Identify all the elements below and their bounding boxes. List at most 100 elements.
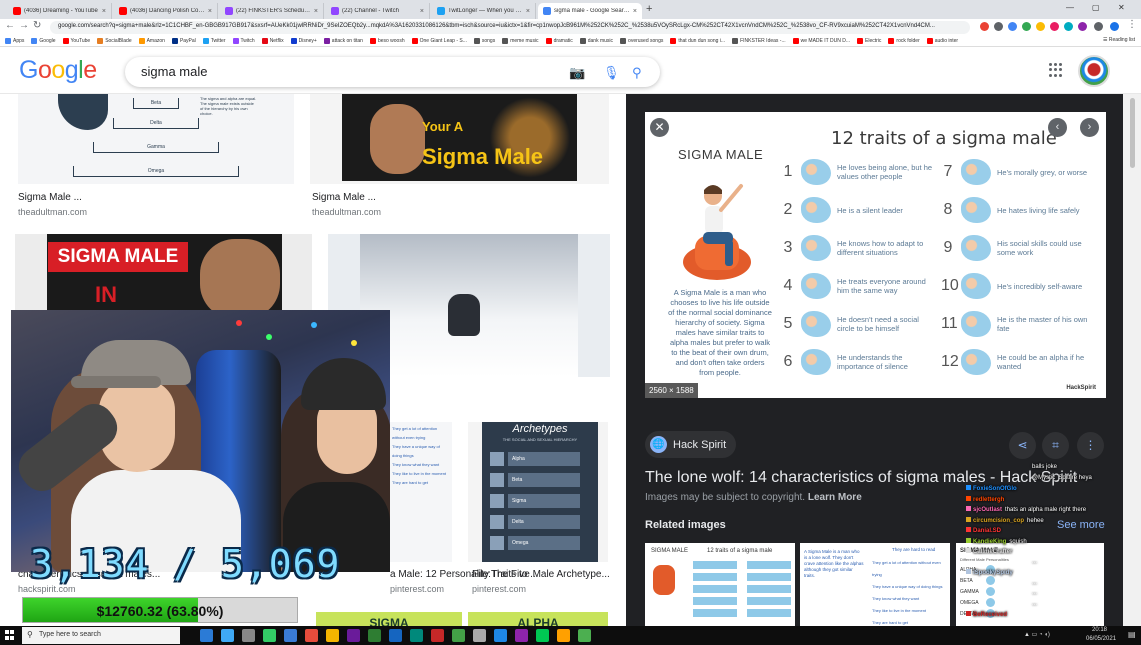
bookmark-item[interactable]: audio inter [926, 38, 958, 44]
bookmark-item[interactable]: Google [31, 38, 56, 44]
share-icon[interactable]: ⋖ [1009, 432, 1036, 459]
chat-username[interactable]: redlettergh [973, 497, 1004, 503]
forward-icon[interactable]: → [19, 20, 29, 31]
tab-close-icon[interactable]: × [314, 8, 318, 15]
browser-tab[interactable]: sigma male - Google Search × [538, 3, 642, 19]
bookmark-item[interactable]: rock folder [888, 38, 920, 44]
taskbar-app-icon[interactable] [389, 629, 402, 642]
chat-username[interactable]: BeReceived [973, 612, 1007, 618]
account-avatar[interactable] [1078, 55, 1110, 87]
taskbar-app-icon[interactable] [305, 629, 318, 642]
puzzle-icon[interactable] [1094, 22, 1103, 31]
browser-tab[interactable]: TwitLonger — When you talk to× [432, 3, 536, 19]
extension-icon[interactable] [1022, 22, 1031, 31]
minimize-icon[interactable]: — [1066, 3, 1074, 12]
taskbar-app-icon[interactable] [536, 629, 549, 642]
menu-dots-icon[interactable]: ⋮ [1127, 19, 1137, 30]
taskbar-search-box[interactable]: ⚲ Type here to search [22, 627, 180, 644]
extension-icon[interactable] [1036, 22, 1045, 31]
close-preview-icon[interactable]: ✕ [650, 118, 669, 137]
browser-tab[interactable]: (4036) Dreaming - YouTube × [8, 3, 112, 19]
taskbar-app-icon[interactable] [263, 629, 276, 642]
windows-start-icon[interactable] [5, 630, 15, 640]
tab-close-icon[interactable]: × [420, 8, 424, 15]
browser-tab[interactable]: (22) Channel - Twitch × [326, 3, 430, 19]
taskbar-app-icon[interactable] [200, 629, 213, 642]
clock-date[interactable]: 06/05/2021 [1086, 636, 1116, 642]
extension-icon[interactable] [1064, 22, 1073, 31]
browser-tab[interactable]: (22) FINKSTER's Schedule - Twi× [220, 3, 324, 19]
taskbar-app-icon[interactable] [368, 629, 381, 642]
bookmark-item[interactable]: PayPal [171, 38, 196, 44]
chat-username[interactable]: circumcision_cop [973, 518, 1024, 524]
taskbar-app-icon[interactable] [284, 629, 297, 642]
bookmark-item[interactable]: FINKSTER Ideas -... [732, 38, 786, 44]
tab-close-icon[interactable]: × [526, 8, 530, 15]
taskbar-app-icon[interactable] [221, 629, 234, 642]
taskbar-app-icon[interactable] [326, 629, 339, 642]
reading-list[interactable]: ☰ Reading list [1098, 37, 1135, 43]
chat-username[interactable]: FoxieSonOfGlo [973, 486, 1017, 492]
bookmark-item[interactable]: meme music [502, 38, 539, 44]
tab-close-icon[interactable]: × [208, 8, 212, 15]
taskbar-app-icon[interactable] [515, 629, 528, 642]
chat-username[interactable]: KandieKing [973, 539, 1006, 545]
search-icon[interactable]: ⚲ [632, 65, 642, 81]
result-thumbnail[interactable]: ALPHA [468, 612, 608, 626]
preview-image[interactable]: 12 traits of a sigma male SIGMA MALE A S… [645, 112, 1106, 398]
related-image[interactable]: A Sigma Male is a man who is a lone wolf… [800, 543, 950, 626]
result-thumbnail[interactable]: Archetypes THE SOCIAL AND SEXUAL HIERARC… [468, 422, 608, 562]
bookmark-item[interactable]: beso woosh [369, 38, 405, 44]
taskbar-app-icon[interactable] [242, 629, 255, 642]
taskbar-app-icon[interactable] [410, 629, 423, 642]
previous-image-icon[interactable]: ‹ [1048, 118, 1067, 137]
bookmark-item[interactable]: One Giant Leap - S... [411, 38, 467, 44]
result-caption[interactable]: Sigma Male ... [312, 192, 376, 203]
tab-close-icon[interactable]: × [633, 8, 637, 15]
result-thumbnail[interactable]: SIGMA [316, 612, 462, 626]
extension-icon[interactable] [1078, 22, 1087, 31]
taskbar-app-icon[interactable] [431, 629, 444, 642]
scrollbar-thumb[interactable] [1130, 98, 1135, 168]
more-options-icon[interactable]: ⋮ [1077, 432, 1104, 459]
extension-icon[interactable] [994, 22, 1003, 31]
next-image-icon[interactable]: › [1080, 118, 1099, 137]
camera-icon[interactable]: 📷 [569, 65, 585, 81]
microphone-icon[interactable]: 🎙 [603, 65, 620, 81]
learn-more-link[interactable]: Learn More [808, 492, 862, 503]
source-chip[interactable]: 🌐 Hack Spirit [645, 431, 737, 458]
bookmark-item[interactable]: we MADE IT DUN D... [792, 38, 850, 44]
bookmark-item[interactable]: SocialBlade [97, 38, 132, 44]
save-icon[interactable]: ⌗ [1042, 432, 1069, 459]
new-tab-button[interactable]: + [646, 3, 652, 15]
taskbar-app-icon[interactable] [494, 629, 507, 642]
bookmark-item[interactable]: songs [473, 38, 495, 44]
bookmark-item[interactable]: Amazon [138, 38, 165, 44]
search-input[interactable] [141, 64, 541, 79]
result-caption[interactable]: Sigma Male ... [18, 192, 82, 203]
tab-close-icon[interactable]: × [102, 8, 106, 15]
profile-avatar[interactable] [1110, 22, 1119, 31]
chat-username[interactable]: iSpookySpidy [973, 570, 1013, 576]
maximize-icon[interactable]: ▢ [1092, 3, 1100, 12]
related-image[interactable]: SIGMA MALE 12 traits of a sigma male [645, 543, 795, 626]
reload-icon[interactable]: ↻ [33, 20, 41, 31]
bookmark-item[interactable]: Twitter [202, 38, 226, 44]
notifications-icon[interactable]: ▤ [1128, 630, 1136, 639]
browser-tab[interactable]: (4036) Dancing Polish Cow 10 H× [114, 3, 218, 19]
taskbar-app-icon[interactable] [347, 629, 360, 642]
bookmark-item[interactable]: Disney+ [290, 38, 317, 44]
bookmark-item[interactable]: Apps [5, 38, 24, 44]
bookmark-item[interactable]: overused songs [620, 38, 663, 44]
result-thumbnail[interactable]: They get a lot of attention without even… [390, 422, 452, 562]
bookmark-item[interactable]: that dun dun song i... [670, 38, 725, 44]
clock-time[interactable]: 20:18 [1092, 627, 1107, 633]
bookmark-item[interactable]: Electric [857, 38, 881, 44]
bookmark-item[interactable]: dank music [579, 38, 613, 44]
extension-icon[interactable] [1050, 22, 1059, 31]
google-apps-icon[interactable] [1049, 63, 1063, 77]
bookmark-item[interactable]: dramatic [545, 38, 573, 44]
extension-icon[interactable] [980, 22, 989, 31]
chat-username[interactable]: CallmeCrafter [973, 549, 1012, 555]
google-logo[interactable]: Google [19, 56, 97, 85]
